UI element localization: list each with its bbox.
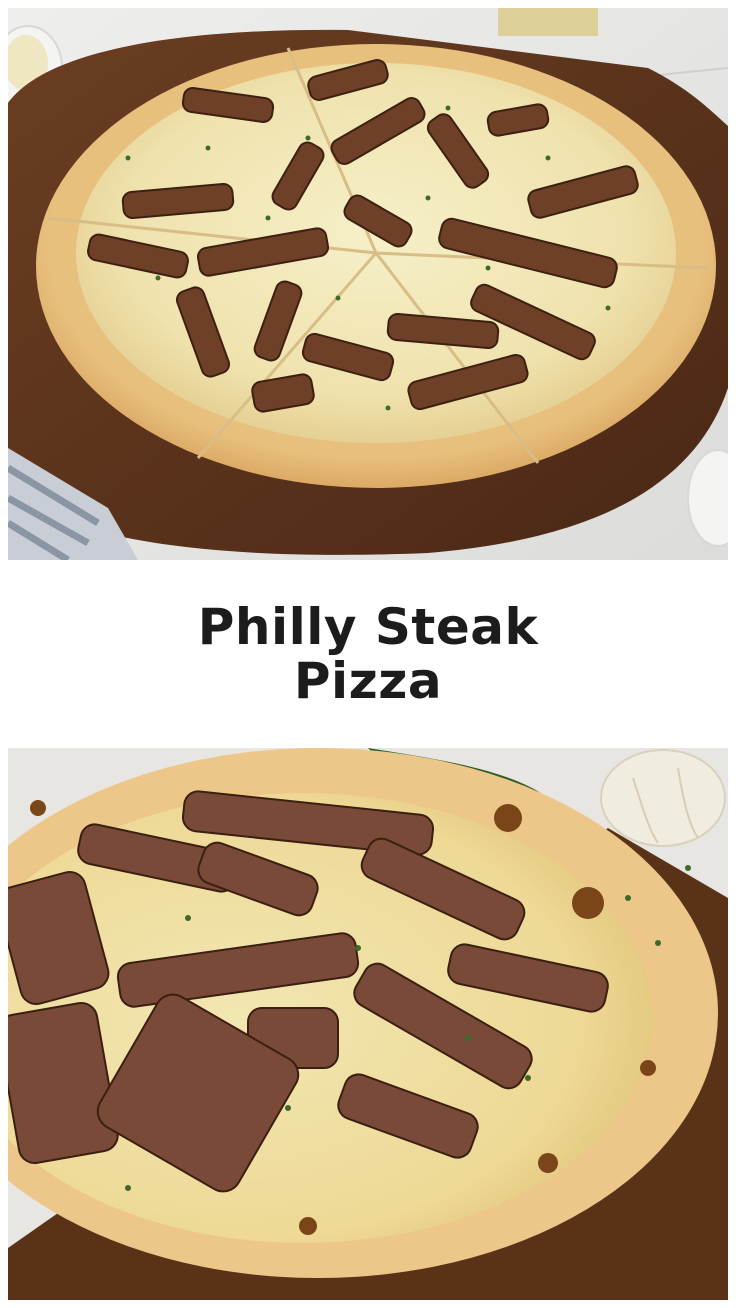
bottom-pizza-photo bbox=[8, 748, 728, 1300]
top-pizza-image bbox=[8, 8, 728, 560]
top-pizza-photo bbox=[8, 8, 728, 560]
recipe-title-line-1: Philly Steak bbox=[197, 598, 539, 656]
bottom-pizza-image bbox=[8, 748, 728, 1300]
title-band: Philly Steak Pizza bbox=[0, 560, 736, 748]
recipe-title-line-2: Pizza bbox=[293, 652, 443, 710]
recipe-title: Philly Steak Pizza bbox=[198, 600, 538, 708]
